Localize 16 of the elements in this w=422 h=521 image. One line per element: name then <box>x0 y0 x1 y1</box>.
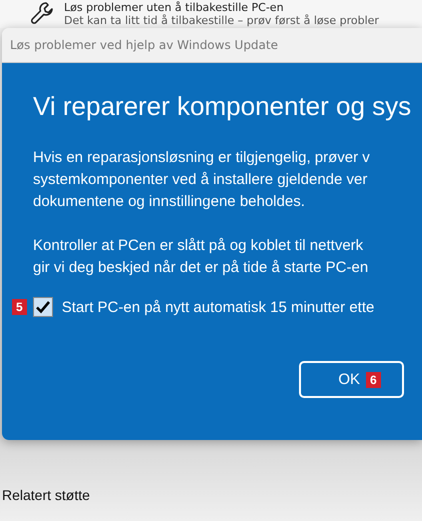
window-title: Løs problemer ved hjelp av Windows Update <box>10 38 278 52</box>
ok-button[interactable]: OK 6 <box>299 361 404 398</box>
text-line: Hvis en reparasjonsløsning er tilgjengelig, prøver v <box>33 148 371 168</box>
wrench-icon <box>30 1 54 27</box>
item-description: Det kan ta litt tid å tilbakestille – prøv først å løse probler <box>64 14 379 28</box>
checkbox[interactable] <box>32 297 53 317</box>
step-badge: 6 <box>366 372 381 388</box>
text-line: dokumentene og innstillingene beholdes. <box>33 192 306 212</box>
step-badge: 5 <box>12 299 27 315</box>
section-heading: Relatert støtte <box>1 486 91 503</box>
text-line: gir vi deg beskjed når det er på tide å starte PC-en <box>33 258 370 278</box>
item-title: Løs problemer uten å tilbakestille PC-en <box>64 0 285 14</box>
dialog-heading: Vi reparerer komponenter og sys <box>33 91 412 122</box>
checkbox-label: Start PC-en på nytt automatisk 15 minutter ette <box>62 298 374 316</box>
text-line: Kontroller at PCen er slått på og koblet til nettverk <box>33 236 364 256</box>
text-line: systemkomponenter ved å installere gjeldende ver <box>33 170 368 190</box>
